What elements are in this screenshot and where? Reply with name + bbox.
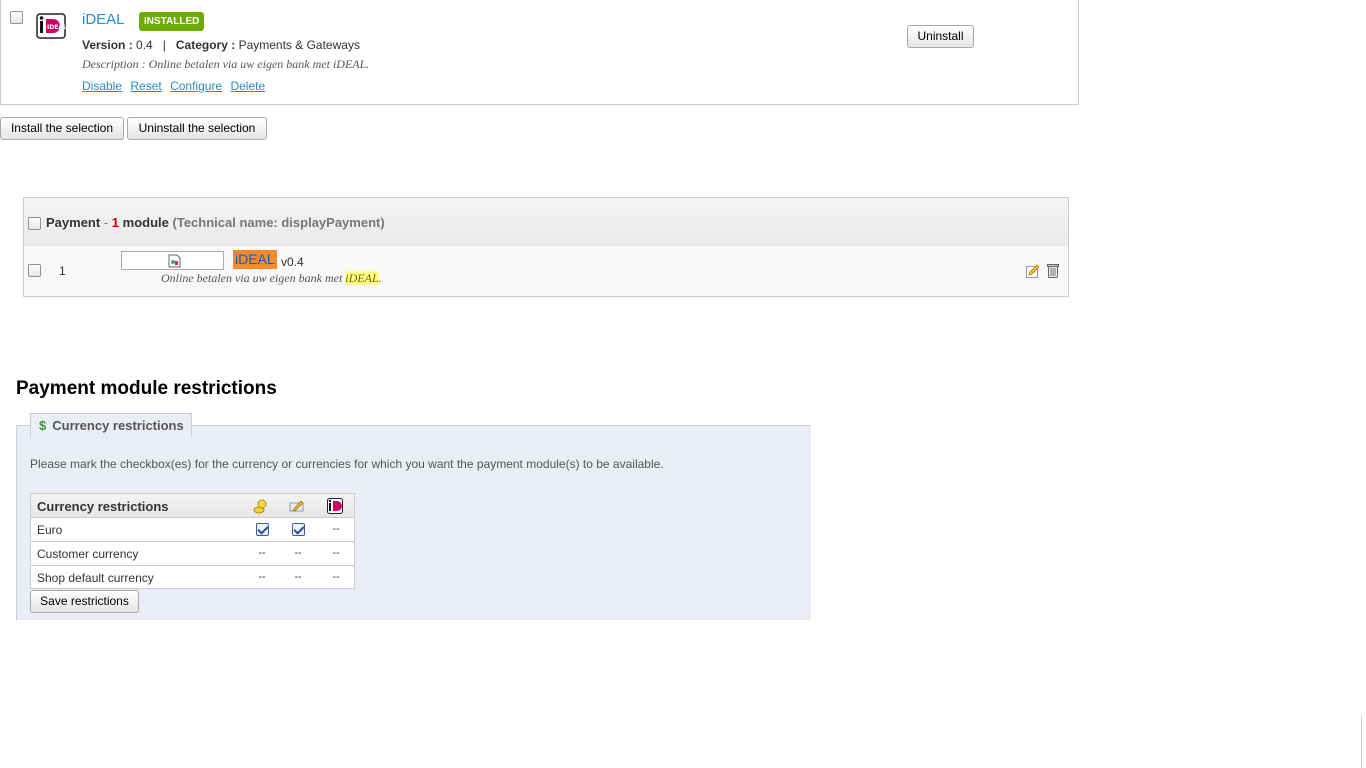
module-meta: Version : 0.4 | Category : Payments & Ga… xyxy=(82,38,360,52)
restrictions-title: Payment module restrictions xyxy=(16,378,277,399)
customer-coins-cell: -- xyxy=(258,547,266,559)
shop-default-cheque-cell: -- xyxy=(294,571,302,583)
currency-row: Customer currency -- -- -- xyxy=(31,542,354,566)
euro-coins-checkbox[interactable] xyxy=(252,523,272,539)
currency-table-header-label: Currency restrictions xyxy=(37,499,169,514)
version-label: Version : xyxy=(82,38,133,52)
delete-icon[interactable] xyxy=(1047,263,1059,278)
hook-panel: Payment - 1 module (Technical name: disp… xyxy=(23,197,1069,297)
hook-module-name: iDEAL xyxy=(233,250,277,269)
hook-title: Payment - 1 module (Technical name: disp… xyxy=(46,215,385,230)
hook-name: Payment xyxy=(46,215,101,230)
meta-separator: | xyxy=(162,38,166,52)
shop-default-coins-cell: -- xyxy=(258,571,266,583)
ideal-logo-icon xyxy=(327,498,343,514)
module-card: IDEAL iDEAL INSTALLED Version : 0.4 | Ca… xyxy=(0,0,1079,105)
module-description: Description : Online betalen via uw eige… xyxy=(82,57,370,71)
uninstall-button[interactable]: Uninstall xyxy=(907,25,974,48)
currency-table-header: Currency restrictions xyxy=(31,494,354,518)
hook-module-row: 1 iDEAL v0.4 Online betalen via uw eigen… xyxy=(24,246,1068,296)
restrictions-legend: $ Currency restrictions xyxy=(30,413,192,437)
module-actions: Disable Reset Configure Delete xyxy=(82,79,270,93)
dollar-icon: $ xyxy=(39,418,47,433)
hook-module-description: Online betalen via uw eigen bank met iDE… xyxy=(161,271,382,286)
restrictions-help-text: Please mark the checkbox(es) for the cur… xyxy=(30,457,664,471)
euro-cheque-checkbox[interactable] xyxy=(288,523,308,539)
currency-row-label: Customer currency xyxy=(37,547,139,561)
category-value: Payments & Gateways xyxy=(238,38,360,52)
currency-row: Euro -- xyxy=(31,518,354,542)
hook-desc-suffix: . xyxy=(378,271,382,285)
cheque-icon xyxy=(289,498,305,514)
currency-row: Shop default currency -- -- -- xyxy=(31,566,354,590)
module-select-checkbox[interactable] xyxy=(10,11,23,24)
disable-link[interactable]: Disable xyxy=(82,79,122,93)
hook-desc-highlight: iDEAL xyxy=(345,271,379,285)
coins-icon xyxy=(253,498,269,514)
module-image-frame xyxy=(121,251,224,270)
installed-badge: INSTALLED xyxy=(139,12,205,31)
customer-ideal-cell: -- xyxy=(332,547,340,559)
configure-link[interactable]: Configure xyxy=(170,79,222,93)
hook-desc-prefix: Online betalen via uw eigen bank met xyxy=(161,271,346,285)
broken-image-icon xyxy=(168,254,181,268)
hook-module-count: 1 xyxy=(111,215,120,230)
hook-technical-name: (Technical name: displayPayment) xyxy=(172,215,385,230)
svg-text:IDEAL: IDEAL xyxy=(47,24,66,31)
hook-select-all-checkbox[interactable] xyxy=(28,217,41,230)
uninstall-selection-button[interactable]: Uninstall the selection xyxy=(127,117,267,140)
hook-unit: module xyxy=(122,215,169,230)
euro-ideal-cell: -- xyxy=(332,523,340,535)
restrictions-legend-label: Currency restrictions xyxy=(52,418,184,433)
currency-row-label: Euro xyxy=(37,523,63,537)
hook-module-version: v0.4 xyxy=(281,255,304,269)
hook-dash: - xyxy=(103,215,109,230)
currency-restrictions-table: Currency restrictions Euro -- Customer c… xyxy=(30,493,355,589)
window-edge xyxy=(1361,716,1362,768)
install-selection-button[interactable]: Install the selection xyxy=(0,117,124,140)
hook-row-checkbox[interactable] xyxy=(28,264,41,277)
save-restrictions-button[interactable]: Save restrictions xyxy=(30,590,139,613)
delete-link[interactable]: Delete xyxy=(230,79,265,93)
customer-cheque-cell: -- xyxy=(294,547,302,559)
ideal-logo-icon: IDEAL xyxy=(36,13,67,39)
shop-default-ideal-cell: -- xyxy=(332,571,340,583)
module-name[interactable]: iDEAL xyxy=(82,11,125,28)
edit-icon[interactable] xyxy=(1026,264,1040,278)
hook-header: Payment - 1 module (Technical name: disp… xyxy=(24,198,1068,246)
version-value: 0.4 xyxy=(136,38,153,52)
hook-position: 1 xyxy=(59,264,66,278)
currency-row-label: Shop default currency xyxy=(37,571,154,585)
category-label: Category : xyxy=(175,38,236,52)
reset-link[interactable]: Reset xyxy=(130,79,161,93)
